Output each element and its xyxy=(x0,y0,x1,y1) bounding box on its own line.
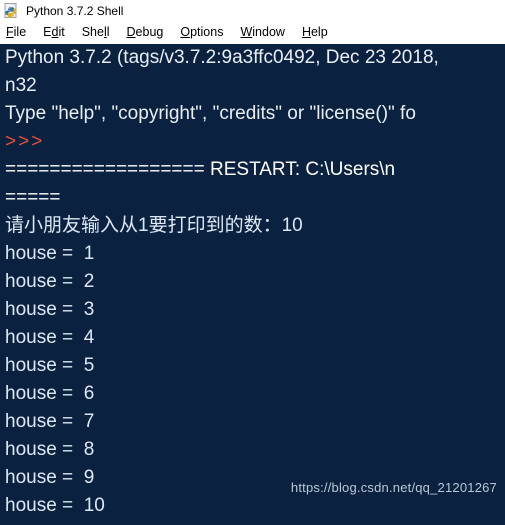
shell-restart-line-wrap: ===== xyxy=(5,187,61,208)
shell-line: house = 3 xyxy=(5,299,95,320)
shell-output-area[interactable]: Python 3.7.2 (tags/v3.7.2:9a3ffc0492, De… xyxy=(0,44,505,525)
shell-line: house = 5 xyxy=(5,355,95,376)
shell-line: house = 4 xyxy=(5,327,95,348)
menu-item-debug[interactable]: Debug xyxy=(127,26,164,39)
window-title: Python 3.7.2 Shell xyxy=(26,3,124,18)
menu-item-file[interactable]: File xyxy=(6,26,26,39)
shell-line: house = 8 xyxy=(5,439,95,460)
shell-line: house = 2 xyxy=(5,271,95,292)
menu-bar: File Edit Shell Debug Options Window Hel… xyxy=(0,21,505,44)
shell-line: house = 1 xyxy=(5,243,95,264)
menu-item-help[interactable]: Help xyxy=(302,26,328,39)
shell-line: Type "help", "copyright", "credits" or "… xyxy=(5,103,416,124)
shell-line: house = 7 xyxy=(5,411,95,432)
shell-prompt: >>> xyxy=(5,131,45,152)
shell-line: house = 6 xyxy=(5,383,95,404)
shell-line: house = 10 xyxy=(5,495,105,516)
input-prompt-text: 请小朋友输入从1要打印到的数： xyxy=(5,215,282,236)
shell-input-prompt-line: 请小朋友输入从1要打印到的数：10 xyxy=(5,212,505,240)
shell-line: n32 xyxy=(5,75,37,96)
python-shell-window: Python 3.7.2 Shell File Edit Shell Debug… xyxy=(0,0,505,525)
user-input-value: 10 xyxy=(281,215,303,236)
menu-item-edit[interactable]: Edit xyxy=(43,26,65,39)
shell-line: Python 3.7.2 (tags/v3.7.2:9a3ffc0492, De… xyxy=(5,47,439,68)
title-bar: Python 3.7.2 Shell xyxy=(0,0,505,21)
menu-item-options[interactable]: Options xyxy=(180,26,223,39)
menu-item-window[interactable]: Window xyxy=(240,26,284,39)
menu-item-shell[interactable]: Shell xyxy=(82,26,110,39)
python-icon xyxy=(4,2,20,19)
watermark: https://blog.csdn.net/qq_21201267 xyxy=(290,480,497,495)
shell-restart-line: ================== RESTART: C:\Users\n xyxy=(5,159,396,180)
